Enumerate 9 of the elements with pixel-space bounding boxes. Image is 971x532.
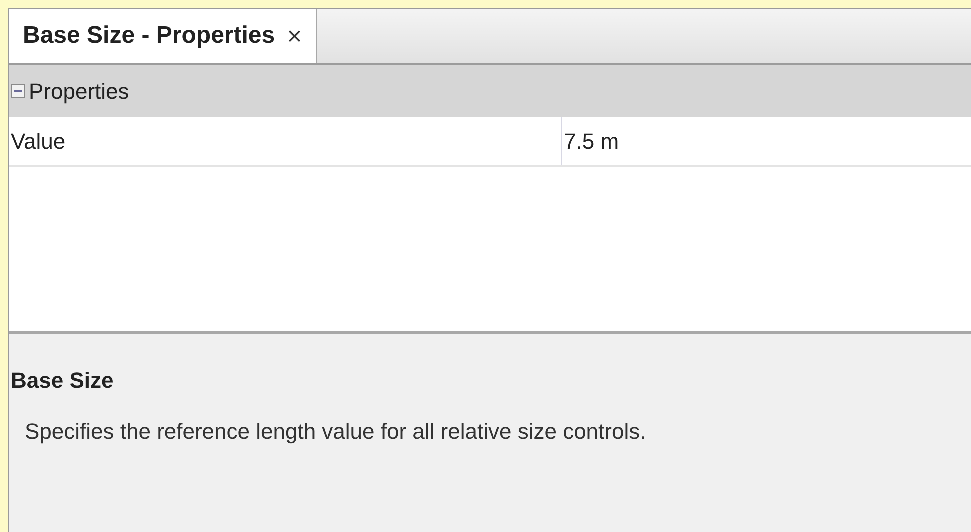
close-button[interactable]: × <box>287 23 302 49</box>
description-title: Base Size <box>10 367 115 395</box>
group-header[interactable]: Properties <box>9 65 971 117</box>
properties-tab[interactable]: Base Size - Properties × <box>9 9 318 63</box>
description-text: Specifies the reference length value for all relative size controls. <box>24 418 648 446</box>
collapse-icon[interactable] <box>11 84 25 98</box>
property-name: Value <box>10 128 67 156</box>
property-value[interactable]: 7.5 m <box>561 117 971 165</box>
group-label: Properties <box>29 78 130 106</box>
